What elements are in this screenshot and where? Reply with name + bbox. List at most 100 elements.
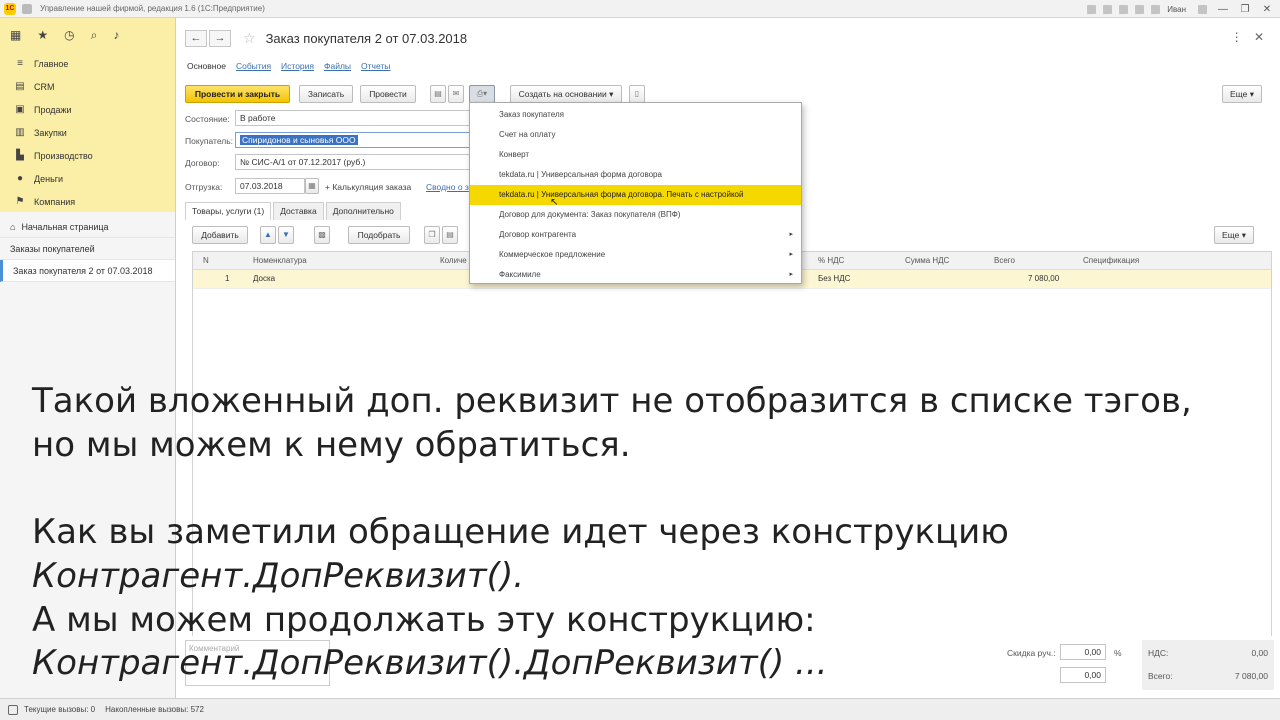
menu-item-facsimile[interactable]: Факсимиле ▸ bbox=[470, 265, 801, 285]
sidebar-item-sales[interactable]: ▣ Продажи bbox=[0, 98, 175, 121]
caption-line-4: Контрагент.ДопРеквизит(). bbox=[32, 556, 525, 596]
menu-icon[interactable] bbox=[22, 3, 32, 14]
buyer-label: Покупатель: bbox=[185, 136, 234, 146]
sidebar-item-crm[interactable]: ▤ CRM bbox=[0, 75, 175, 98]
post-button[interactable]: Провести bbox=[360, 85, 416, 103]
move-up-icon[interactable]: ▲ bbox=[260, 226, 276, 244]
post-and-close-button[interactable]: Провести и закрыть bbox=[185, 85, 290, 103]
close-button[interactable]: ✕ bbox=[1258, 4, 1276, 15]
menu-item-label: Коммерческое предложение bbox=[499, 250, 606, 259]
tab-history[interactable]: История bbox=[281, 61, 314, 71]
buyer-field[interactable]: Спиридонов и сыновья ООО bbox=[235, 132, 471, 148]
user-icon[interactable] bbox=[1151, 4, 1161, 14]
subtab-delivery[interactable]: Доставка bbox=[273, 202, 324, 220]
row-n: 1 bbox=[225, 274, 230, 283]
create-based-on-button[interactable]: Создать на основании ▾ bbox=[510, 85, 622, 103]
calc-order-link[interactable]: + Калькуляция заказа bbox=[325, 182, 411, 192]
subtab-goods[interactable]: Товары, услуги (1) bbox=[185, 202, 272, 220]
copy-icon[interactable]: ❐ bbox=[424, 226, 440, 244]
menu-item-invoice[interactable]: Счет на оплату bbox=[470, 125, 801, 145]
search-icon[interactable]: ⌕ bbox=[91, 28, 98, 43]
submenu-arrow-icon: ▸ bbox=[789, 231, 793, 238]
sidebar-item-money[interactable]: ● Деньги bbox=[0, 167, 175, 190]
page-title: Заказ покупателя 2 от 07.03.2018 bbox=[265, 31, 468, 46]
star-icon[interactable]: ★ bbox=[37, 28, 48, 42]
sidebar-item-company[interactable]: ⚑ Компания bbox=[0, 190, 175, 213]
sections-panel: ▦ ★ ◷ ⌕ ♪ ≡ Главное ▤ CRM ▣ Продажи ▥ Закупк… bbox=[0, 18, 175, 212]
add-row-button[interactable]: Добавить bbox=[192, 226, 248, 244]
discount-field[interactable]: 0,00 bbox=[1060, 644, 1106, 660]
notifications-icon[interactable] bbox=[1087, 4, 1097, 14]
attachment-icon[interactable]: ▯ bbox=[629, 85, 645, 103]
report-icon[interactable]: ▤ bbox=[430, 85, 446, 103]
col-vat-sum[interactable]: Сумма НДС bbox=[905, 256, 949, 265]
settings-icon[interactable] bbox=[1198, 4, 1207, 14]
sidebar-item-label: Закупки bbox=[34, 127, 67, 138]
tab-files[interactable]: Файлы bbox=[324, 61, 351, 71]
submenu-arrow-icon: ▸ bbox=[789, 251, 793, 258]
sidebar-item-main[interactable]: ≡ Главное bbox=[0, 52, 175, 75]
sidebar-item-label: Производство bbox=[34, 150, 93, 161]
mail-icon[interactable]: ✉ bbox=[448, 85, 464, 103]
minimize-button[interactable]: — bbox=[1214, 4, 1232, 15]
nav-current-order[interactable]: Заказ покупателя 2 от 07.03.2018 bbox=[0, 260, 175, 282]
menu-item-contract-for-document[interactable]: Договор для документа: Заказ покупателя … bbox=[470, 205, 801, 225]
buyer-value: Спиридонов и сыновья ООО bbox=[240, 135, 358, 145]
tab-main[interactable]: Основное bbox=[187, 61, 226, 71]
bell-icon[interactable]: ♪ bbox=[113, 28, 119, 42]
status-bar: Текущие вызовы: 0 Накопленные вызовы: 57… bbox=[0, 698, 1280, 720]
restore-button[interactable]: ❐ bbox=[1236, 4, 1254, 15]
paste-icon[interactable]: ▤ bbox=[442, 226, 458, 244]
col-qty[interactable]: Количе bbox=[440, 256, 467, 265]
forward-arrow-icon[interactable]: → bbox=[209, 30, 231, 47]
discount-sum-field[interactable]: 0,00 bbox=[1060, 667, 1106, 683]
user-name[interactable]: Иван bbox=[1167, 5, 1186, 14]
col-spec[interactable]: Спецификация bbox=[1083, 256, 1139, 265]
row-vat: Без НДС bbox=[818, 274, 851, 283]
nav-buyer-orders[interactable]: Заказы покупателей bbox=[0, 238, 175, 260]
summary-link[interactable]: Сводно о з bbox=[426, 182, 469, 192]
history-icon[interactable] bbox=[1103, 4, 1113, 14]
state-label: Состояние: bbox=[185, 114, 230, 124]
sidebar-item-production[interactable]: ▙ Производство bbox=[0, 144, 175, 167]
menu-item-envelope[interactable]: Конверт bbox=[470, 145, 801, 165]
barcode-icon[interactable]: ▩ bbox=[314, 226, 330, 244]
print-icon[interactable]: ⎙▾ bbox=[469, 85, 495, 103]
save-button[interactable]: Записать bbox=[299, 85, 353, 103]
sidebar-item-label: Компания bbox=[34, 196, 76, 207]
col-total[interactable]: Всего bbox=[994, 256, 1015, 265]
tab-reports[interactable]: Отчеты bbox=[361, 61, 390, 71]
menu-item-universal-contract-settings[interactable]: tekdata.ru | Универсальная форма договор… bbox=[470, 185, 801, 208]
move-down-icon[interactable]: ▼ bbox=[278, 226, 294, 244]
bell-icon[interactable] bbox=[1135, 4, 1145, 14]
contract-field[interactable]: № СИС-А/1 от 07.12.2017 (руб.) bbox=[235, 154, 471, 170]
caption-line-3: Как вы заметили обращение идет через кон… bbox=[32, 512, 1009, 552]
col-vat-rate[interactable]: % НДС bbox=[818, 256, 844, 265]
apps-grid-icon[interactable]: ▦ bbox=[10, 28, 21, 42]
window-titlebar: 1С Управление нашей фирмой, редакция 1.6… bbox=[0, 0, 1280, 18]
tab-events[interactable]: События bbox=[236, 61, 271, 71]
table-more-button[interactable]: Еще ▾ bbox=[1214, 226, 1254, 244]
pick-button[interactable]: Подобрать bbox=[348, 226, 410, 244]
favorite-star-icon[interactable]: ☆ bbox=[243, 30, 256, 47]
caption-line-1: Такой вложенный доп. реквизит не отобраз… bbox=[32, 381, 1192, 421]
menu-item-buyer-order[interactable]: Заказ покупателя bbox=[470, 105, 801, 125]
form-window-controls[interactable]: ⋮ ✕ bbox=[1231, 30, 1268, 44]
menu-item-universal-contract[interactable]: tekdata.ru | Универсальная форма договор… bbox=[470, 165, 801, 185]
subtab-additional[interactable]: Дополнительно bbox=[325, 202, 401, 220]
back-arrow-icon[interactable]: ← bbox=[185, 30, 207, 47]
more-button[interactable]: Еще ▾ bbox=[1222, 85, 1262, 103]
shipment-date-field[interactable]: 07.03.2018 bbox=[235, 178, 305, 194]
col-n[interactable]: N bbox=[203, 256, 209, 265]
col-item[interactable]: Номенклатура bbox=[253, 256, 307, 265]
sidebar-item-purchases[interactable]: ▥ Закупки bbox=[0, 121, 175, 144]
performance-icon[interactable] bbox=[8, 704, 18, 715]
history-icon[interactable]: ◷ bbox=[64, 28, 74, 42]
menu-item-commercial-offer[interactable]: Коммерческое предложение ▸ bbox=[470, 245, 801, 265]
menu-item-label: Счет на оплату bbox=[499, 130, 556, 139]
state-field[interactable]: В работе bbox=[235, 110, 471, 126]
favorites-icon[interactable] bbox=[1119, 4, 1129, 14]
nav-home-page[interactable]: ⌂ Начальная страница bbox=[0, 216, 175, 238]
menu-item-counterparty-contract[interactable]: Договор контрагента ▸ bbox=[470, 225, 801, 245]
calendar-icon[interactable]: ▦ bbox=[305, 178, 319, 194]
